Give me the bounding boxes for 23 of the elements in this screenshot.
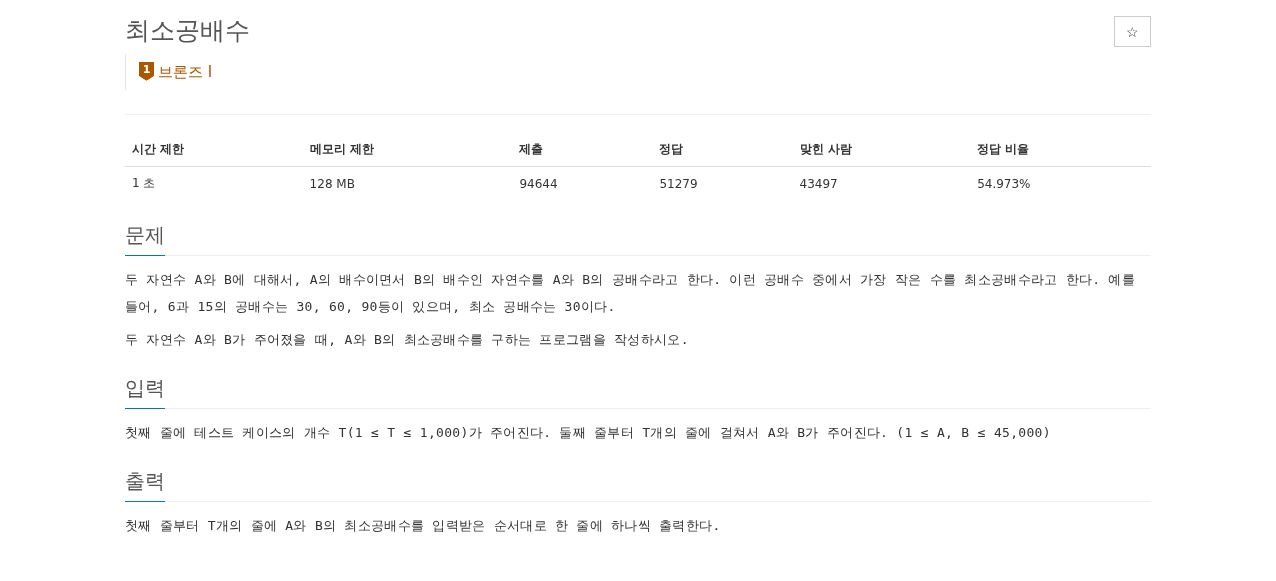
table-cell: 94644 [512, 166, 653, 200]
table-cell: 43497 [792, 166, 971, 200]
column-header: 제출 [512, 133, 653, 167]
paragraph: 두 자연수 A와 B에 대해서, A의 배수이면서 B의 배수인 자연수를 A와 B의 공배수라고 한다. 이런 공배수 중에서 가장 작은 수를 최소공배수라고 한다. 예를 들어, 6과 15의 공배수는 30, 60, 90등이 있으며, 최소 공배수는 30이다. [125, 271, 1137, 316]
table-cell: 54.973% [970, 166, 1151, 200]
column-header: 정답 비율 [970, 133, 1151, 167]
paragraph: 첫째 줄부터 T개의 줄에 A와 B의 최소공배수를 입력받은 순서대로 한 줄에 하나씩 출력한다. [125, 517, 722, 535]
paragraph: 첫째 줄에 테스트 케이스의 개수 T(1 ≤ T ≤ 1,000)가 주어진다. 둘째 줄부터 T개의 줄에 걸쳐서 A와 B가 주어진다. (1 ≤ A, B ≤ 45,000) [125, 424, 1052, 442]
column-header: 정답 [652, 133, 793, 167]
table-cell: 128 MB [302, 166, 513, 200]
paragraph: 두 자연수 A와 B가 주어졌을 때, A와 B의 최소공배수를 구하는 프로그램을 작성하시오. [125, 331, 690, 349]
tier-label[interactable]: 브론즈 I [158, 62, 213, 82]
problem-title: 최소공배수 [125, 15, 250, 47]
section-heading: 문제 [125, 222, 165, 256]
tier-badge-icon: 1 [138, 62, 155, 82]
section-heading: 입력 [125, 375, 165, 409]
column-header: 메모리 제한 [302, 133, 513, 167]
table-cell: 1 초 [125, 166, 303, 200]
star-button[interactable]: ☆ [1114, 16, 1151, 47]
table-cell: 51279 [652, 166, 793, 200]
section-heading: 출력 [125, 468, 165, 502]
column-header: 맞힌 사람 [792, 133, 971, 167]
column-header: 시간 제한 [125, 133, 303, 167]
